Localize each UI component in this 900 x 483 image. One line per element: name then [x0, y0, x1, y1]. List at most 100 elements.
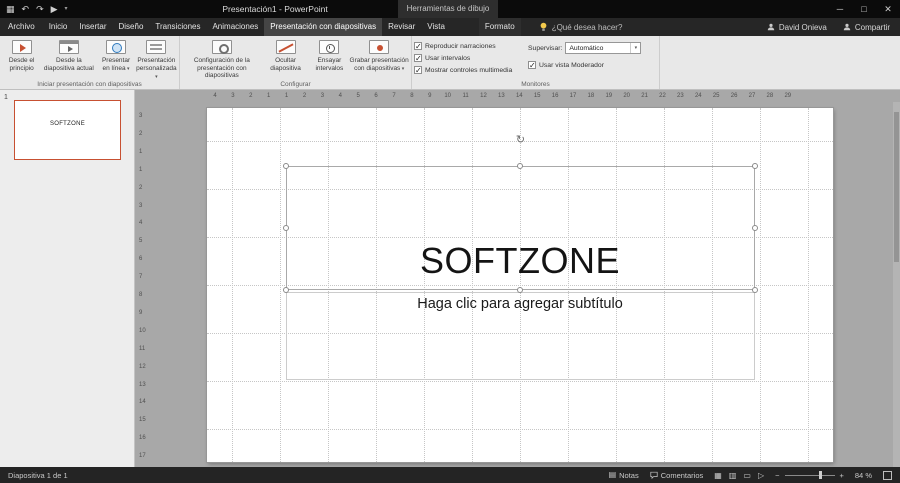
slide-sorter-icon[interactable]: ▥ — [729, 471, 737, 480]
ribbon-button-desde-la-diapositiva-actual[interactable]: Desde ladiapositiva actual — [41, 38, 96, 78]
slide-canvas[interactable]: SOFTZONE Haga clic para agregar subtítul… — [207, 108, 833, 462]
ruler-number: 26 — [731, 93, 738, 99]
ruler-number: 10 — [139, 328, 146, 334]
ribbon-button-grabar-presentacion-con-diapositivas[interactable]: Grabar presentacióncon diapositivas ▾ — [349, 38, 409, 78]
save-icon[interactable]: ▦ — [6, 0, 15, 18]
ribbon-button-label: Desde elprincipio — [9, 57, 35, 72]
dropdown-arrow-icon: ▾ — [400, 66, 404, 72]
ruler-number: 5 — [139, 238, 142, 244]
slide-thumbnail[interactable]: SOFTZONE — [14, 100, 121, 160]
ribbon-button-ensayar-intervalos[interactable]: Ensayarintervalos — [309, 38, 349, 78]
scrollbar-thumb[interactable] — [894, 112, 899, 262]
undo-icon[interactable]: ↶ — [22, 0, 30, 18]
grid-line-horizontal — [207, 381, 833, 382]
view-switcher: ▦ ▥ ▭ ▷ — [714, 471, 764, 480]
zoom-out-button[interactable]: − — [775, 471, 779, 480]
ruler-number: 2 — [139, 185, 142, 191]
checkbox-label: Usar vista Moderador — [539, 62, 604, 69]
redo-icon[interactable]: ↷ — [36, 0, 44, 18]
ribbon-button-ocultar-diapositiva[interactable]: Ocultardiapositiva — [262, 38, 310, 78]
slide-indicator: Diapositiva 1 de 1 — [8, 471, 68, 480]
subtitle-prompt-text[interactable]: Haga clic para agregar subtítulo — [207, 296, 833, 312]
ruler-number: 4 — [139, 220, 142, 226]
ruler-number: 13 — [139, 382, 146, 388]
comment-icon — [650, 471, 658, 479]
comments-label: Comentarios — [661, 471, 704, 480]
play-from-start-icon — [12, 40, 32, 54]
tab-presentacion-con-diapositivas[interactable]: Presentación con diapositivas — [264, 18, 382, 36]
comments-toggle[interactable]: Comentarios — [650, 471, 704, 480]
ruler-number: 12 — [480, 93, 487, 99]
share-person-icon — [843, 23, 851, 31]
user-account[interactable]: David Onieva — [767, 23, 827, 32]
checkbox-reproducir-narraciones[interactable]: ✓Reproducir narraciones — [414, 41, 528, 51]
ruler-number: 1 — [267, 93, 270, 99]
minimize-button[interactable]: ─ — [828, 0, 852, 18]
ruler-number: 25 — [713, 93, 720, 99]
ruler-number: 4 — [339, 93, 342, 99]
selection-handle[interactable] — [752, 163, 758, 169]
restore-button[interactable]: □ — [852, 0, 876, 18]
checkbox-checked-icon: ✓ — [528, 61, 536, 69]
tab-transiciones[interactable]: Transiciones — [149, 18, 206, 36]
tab-animaciones[interactable]: Animaciones — [206, 18, 264, 36]
reading-view-icon[interactable]: ▭ — [743, 471, 751, 480]
notes-toggle[interactable]: ▤ Notas — [609, 470, 639, 480]
ruler-number: 11 — [139, 346, 145, 352]
checkbox-mostrar-controles-multimedia[interactable]: ✓Mostrar controles multimedia — [414, 65, 528, 75]
ribbon-button-presentar-en-linea[interactable]: Presentaren línea ▾ — [96, 38, 135, 78]
monitor-dropdown[interactable]: Automático ▾ — [565, 42, 641, 54]
slide-title-text[interactable]: SOFTZONE — [207, 240, 833, 282]
checkbox-label: Mostrar controles multimedia — [425, 67, 512, 74]
ruler-number: 15 — [534, 93, 541, 99]
qat-customize-icon[interactable]: ▾ — [65, 0, 68, 18]
ribbon-button-configuracion-de-la-presentacion-con-diapositivas[interactable]: Configuración de lapresentación con diap… — [182, 38, 262, 78]
checkbox-usar-intervalos[interactable]: ✓Usar intervalos — [414, 53, 528, 63]
powerpoint-window: ▦ ↶ ↷ ▶ ▾ Presentación1 - PowerPoint Her… — [0, 0, 900, 483]
fit-slide-to-window-icon[interactable] — [883, 471, 892, 480]
tell-me-search[interactable]: ¿Qué desea hacer? — [531, 18, 631, 36]
tab-insertar[interactable]: Insertar — [73, 18, 112, 36]
selection-handle[interactable] — [283, 163, 289, 169]
selection-handle[interactable] — [752, 225, 758, 231]
share-label: Compartir — [855, 23, 890, 32]
rotation-handle-icon[interactable]: ↻ — [514, 134, 527, 147]
close-button[interactable]: ✕ — [876, 0, 900, 18]
vertical-scrollbar[interactable] — [893, 102, 900, 467]
selection-handle[interactable] — [283, 287, 289, 293]
ruler-number: 12 — [139, 364, 146, 370]
ribbon-button-presentacion-personalizada[interactable]: Presentaciónpersonalizada ▾ — [136, 38, 177, 78]
slideshow-view-icon[interactable]: ▷ — [758, 471, 764, 480]
ribbon-group-configure: Configuración de lapresentación con diap… — [180, 36, 412, 89]
group3-checkboxes: ✓Reproducir narraciones ✓Usar intervalos ✓… — [414, 41, 528, 75]
tab-archivo[interactable]: Archivo — [0, 18, 43, 36]
tab-diseno[interactable]: Diseño — [113, 18, 150, 36]
selection-handle[interactable] — [517, 287, 523, 293]
selection-handle[interactable] — [283, 225, 289, 231]
checkbox-label: Reproducir narraciones — [425, 43, 496, 50]
tab-vista[interactable]: Vista — [421, 18, 451, 36]
checkbox-usar-vista-moderador[interactable]: ✓Usar vista Moderador — [528, 60, 641, 70]
ribbon-group-start-slideshow: Desde elprincipio Desde ladiapositiva act… — [0, 36, 180, 89]
ruler-number: 5 — [357, 93, 360, 99]
ruler-number: 21 — [641, 93, 648, 99]
zoom-slider[interactable] — [785, 475, 835, 476]
ruler-number: 15 — [139, 417, 146, 423]
ribbon-button-desde-el-principio[interactable]: Desde elprincipio — [2, 38, 41, 78]
tab-inicio[interactable]: Inicio — [43, 18, 74, 36]
zoom-in-button[interactable]: + — [840, 471, 844, 480]
zoom-percentage[interactable]: 84 % — [855, 471, 872, 480]
normal-view-icon[interactable]: ▦ — [714, 471, 722, 480]
vertical-ruler: 3211234567891011121314151617 — [135, 102, 148, 467]
share-button[interactable]: Compartir — [843, 23, 890, 32]
thumbnail-title: SOFTZONE — [15, 121, 120, 127]
group1-buttons: Desde elprincipio Desde ladiapositiva act… — [2, 38, 177, 78]
ruler-number: 2 — [303, 93, 306, 99]
selection-handle[interactable] — [752, 287, 758, 293]
tab-revisar[interactable]: Revisar — [382, 18, 421, 36]
tab-formato[interactable]: Formato — [479, 18, 521, 36]
start-slideshow-icon[interactable]: ▶ — [51, 0, 58, 18]
ribbon-button-label: Desde ladiapositiva actual — [44, 57, 94, 72]
selection-handle[interactable] — [517, 163, 523, 169]
zoom-slider-thumb[interactable] — [819, 471, 822, 479]
